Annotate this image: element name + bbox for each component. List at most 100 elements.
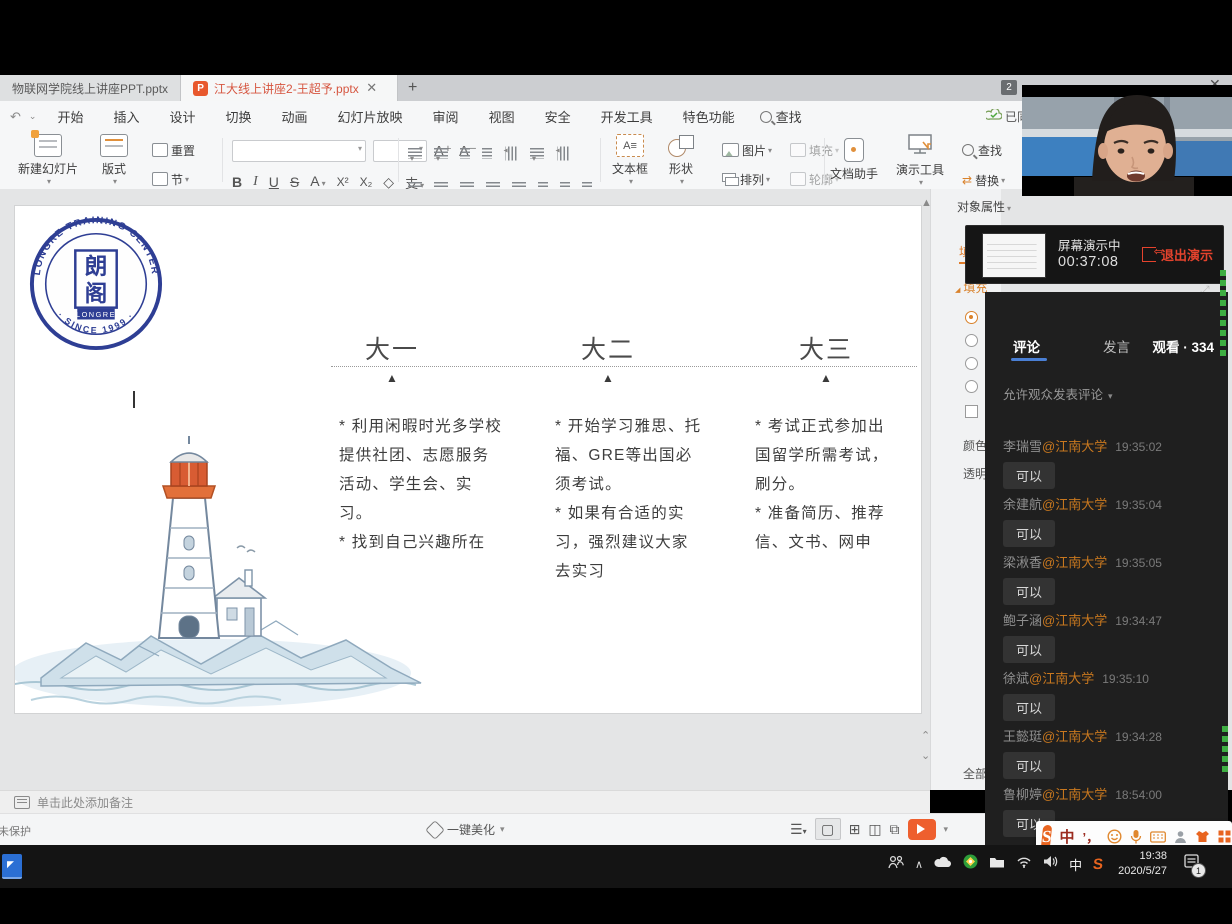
align-text-button[interactable] — [558, 146, 569, 160]
ribbon-tab[interactable]: 特色功能 — [668, 104, 750, 129]
section-button[interactable]: 节 — [152, 171, 189, 188]
exit-presentation-button[interactable]: 退出演示 — [1142, 245, 1213, 264]
subscript-button[interactable]: X₂ — [360, 175, 373, 189]
ribbon-tab[interactable]: 视图 — [474, 104, 530, 129]
timeline-header-3: 大三 — [791, 330, 861, 366]
line-spacing-button[interactable] — [530, 148, 544, 159]
ribbon-tab[interactable]: 开始 — [42, 104, 98, 129]
tray-expand-icon[interactable]: ∧ — [915, 858, 923, 871]
tab-close-icon[interactable]: ✕ — [359, 80, 385, 96]
new-tab-button[interactable]: + — [398, 75, 428, 101]
people-icon[interactable] — [888, 855, 904, 874]
ime-indicator[interactable]: 中 — [1069, 855, 1082, 874]
undo-icon[interactable]: ↶ — [10, 109, 21, 125]
ribbon-tab[interactable]: 设计 — [154, 104, 210, 129]
shapes-button[interactable]: 形状 — [668, 134, 694, 186]
picture-button[interactable]: 图片 — [722, 142, 772, 159]
decrease-indent-button[interactable] — [460, 148, 470, 159]
comment-permission-dropdown[interactable]: 允许观众发表评论 — [1003, 384, 1113, 403]
prev-slide-button[interactable]: ⌃ — [921, 729, 930, 742]
group-textbox: A≡ 文本框 — [612, 132, 648, 188]
ribbon-tab[interactable]: 开发工具 — [586, 104, 668, 129]
reading-view-icon[interactable]: ◫ — [868, 821, 881, 838]
ribbon-tab[interactable]: 安全 — [530, 104, 586, 129]
handout-view-icon[interactable]: ⧉ — [890, 821, 900, 838]
live-comments-panel: 评论 发言 观看 · 334 允许观众发表评论 李瑞雪@江南大学19:35:02… — [985, 292, 1228, 845]
superscript-button[interactable]: X² — [337, 175, 349, 189]
system-tray: ∧ 中 S 19:38 2020/5/27 — [888, 845, 1200, 883]
arrange-button[interactable]: 排列 — [722, 171, 770, 188]
fill-radio-4[interactable] — [965, 380, 978, 393]
tab-speak[interactable]: 发言 — [1103, 336, 1130, 356]
notes-bar[interactable]: 单击此处添加备注 — [0, 790, 930, 814]
account-icon[interactable] — [1174, 830, 1187, 844]
comment-time: 19:35:05 — [1115, 556, 1162, 570]
voice-input-icon[interactable] — [1130, 829, 1142, 844]
present-tools-button[interactable]: 演示工具 — [896, 134, 944, 186]
keyboard-icon[interactable] — [1150, 831, 1166, 843]
find-button[interactable]: 查找 — [962, 142, 1002, 159]
folder-icon[interactable] — [989, 855, 1005, 873]
textbox-button[interactable]: A≡ 文本框 — [612, 134, 648, 186]
ribbon-tab[interactable]: 动画 — [267, 104, 323, 129]
normal-view-icon[interactable]: ▢ — [815, 818, 841, 840]
taskbar-app-icon[interactable] — [2, 854, 22, 879]
sogou-tray-icon[interactable]: S — [1092, 856, 1104, 873]
clock[interactable]: 19:38 2020/5/27 — [1118, 849, 1167, 879]
ribbon-tab[interactable]: 幻灯片放映 — [323, 104, 418, 129]
fill-radio-2[interactable] — [965, 334, 978, 347]
stream-scrollbar-bottom[interactable] — [1222, 726, 1228, 772]
text-direction-button[interactable] — [506, 146, 517, 160]
qat-dropdown-icon[interactable]: ⌄ — [29, 111, 37, 122]
strikethrough-button[interactable]: S — [290, 174, 299, 190]
emoji-icon[interactable] — [1107, 829, 1122, 844]
italic-button[interactable]: I — [253, 174, 258, 190]
ime-punct-toggle[interactable]: ’， — [1082, 827, 1099, 846]
increase-indent-button[interactable] — [482, 148, 492, 159]
cloud-icon[interactable] — [934, 855, 952, 873]
doc-tab-1[interactable]: 物联网学院线上讲座PPT.pptx — [0, 75, 181, 101]
slideshow-play-button[interactable] — [908, 819, 936, 840]
bold-button[interactable]: B — [232, 174, 242, 190]
wifi-icon[interactable] — [1016, 855, 1032, 873]
replace-button[interactable]: ⇄替换 — [962, 172, 1005, 189]
next-slide-button[interactable]: ⌄ — [921, 749, 930, 762]
stream-scrollbar-top[interactable] — [1220, 270, 1226, 360]
ribbon-tab[interactable]: 插入 — [98, 104, 154, 129]
font-name-select[interactable] — [232, 140, 366, 162]
slide-canvas[interactable]: LONGRE TRAINING CENTER · SINCE 1999 · 朗 … — [14, 205, 922, 714]
volume-icon[interactable] — [1043, 855, 1058, 873]
ime-lang-toggle[interactable]: 中 — [1059, 826, 1074, 847]
slide-sorter-icon[interactable]: ⊞ — [849, 821, 861, 838]
apply-all-label[interactable]: 全部 — [963, 765, 987, 782]
numbering-button[interactable] — [434, 148, 448, 159]
slideshow-options-icon[interactable]: ▾ — [944, 824, 949, 835]
reset-button[interactable]: 重置 — [152, 142, 195, 159]
ribbon-tab[interactable]: 切换 — [211, 104, 267, 129]
clear-format-button[interactable]: ◇ — [383, 174, 394, 191]
toolbox-icon[interactable] — [1218, 830, 1231, 843]
ribbon-find-tab[interactable]: 查找 — [760, 107, 802, 126]
beautify-button[interactable]: 一键美化 ▾ — [428, 821, 505, 838]
skin-icon[interactable] — [1195, 830, 1210, 843]
comment-message: 可以 — [1003, 752, 1055, 779]
comment-meta: 王懿珽@江南大学19:34:28 — [1003, 726, 1213, 745]
fill-radio-3[interactable] — [965, 357, 978, 370]
object-properties-title[interactable]: 对象属性 — [957, 198, 1011, 215]
underline-button[interactable]: U — [269, 174, 279, 190]
notes-view-icon[interactable]: ☰▾ — [790, 821, 807, 838]
replace-icon: ⇄ — [962, 173, 972, 187]
comment-item: 余建航@江南大学19:35:04 可以 — [1003, 494, 1213, 552]
bullets-button[interactable] — [408, 148, 422, 159]
fill-checkbox[interactable] — [965, 405, 978, 418]
notification-center-icon[interactable]: 1 — [1184, 854, 1200, 874]
new-slide-button[interactable]: 新建幻灯片 — [18, 134, 78, 186]
tab-comments[interactable]: 评论 — [1013, 336, 1040, 356]
layout-button[interactable]: 版式 — [100, 134, 128, 186]
comment-org: @江南大学 — [1042, 613, 1107, 628]
antivirus-icon[interactable] — [963, 854, 978, 874]
doc-tab-2[interactable]: P 江大线上讲座2-王超予.pptx ✕ — [181, 75, 398, 101]
ribbon-tab[interactable]: 审阅 — [418, 104, 474, 129]
fill-radio-1[interactable] — [965, 311, 978, 324]
doc-assistant-button[interactable]: 文档助手 — [830, 134, 878, 186]
